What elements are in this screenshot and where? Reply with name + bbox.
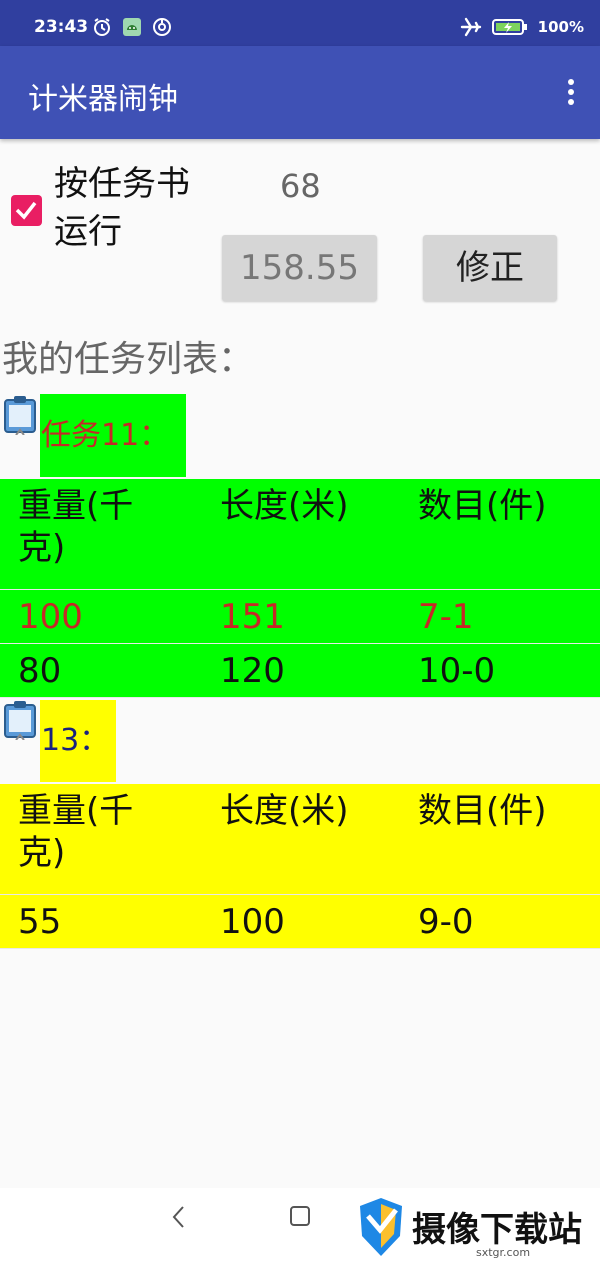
task-table: 重量(千克) 长度(米) 数目(件) 55 100 9-0 bbox=[0, 784, 600, 949]
table-header-row: 重量(千克) 长度(米) 数目(件) bbox=[0, 784, 600, 895]
task-list-heading: 我的任务列表： bbox=[2, 339, 255, 380]
sync-icon bbox=[153, 18, 171, 36]
alarm-clock-icon bbox=[94, 18, 110, 36]
header-length: 长度(米) bbox=[220, 791, 349, 831]
home-icon[interactable] bbox=[288, 1204, 312, 1228]
table-row[interactable]: 80 120 10-0 bbox=[0, 644, 600, 698]
run-by-task-checkbox[interactable] bbox=[11, 195, 42, 226]
cell-count: 9-0 bbox=[418, 902, 474, 942]
watermark-logo: 摄像下载站 sxtgr.com bbox=[356, 1196, 596, 1262]
cell-length: 120 bbox=[220, 651, 285, 691]
task-title[interactable]: 13： bbox=[40, 700, 116, 782]
status-right: 100% bbox=[460, 17, 584, 37]
header-weight: 重量(千克) bbox=[18, 791, 134, 873]
app-title: 计米器闹钟 bbox=[28, 82, 178, 117]
value-button[interactable]: 158.55 bbox=[222, 235, 377, 301]
cell-weight: 80 bbox=[18, 651, 62, 691]
status-bar: 23:43 100% bbox=[0, 0, 600, 46]
cell-weight: 55 bbox=[18, 902, 62, 942]
watermark-sub: sxtgr.com bbox=[476, 1246, 531, 1259]
table-row[interactable]: 100 151 7-1 bbox=[0, 590, 600, 644]
shield-logo-icon bbox=[360, 1198, 402, 1256]
cell-count: 10-0 bbox=[418, 651, 496, 691]
checkmark-icon bbox=[15, 201, 37, 220]
fix-button[interactable]: 修正 bbox=[423, 235, 557, 301]
table-header-row: 重量(千克) 长度(米) 数目(件) bbox=[0, 479, 600, 590]
task-title[interactable]: 任务11： bbox=[40, 394, 186, 477]
table-row[interactable]: 55 100 9-0 bbox=[0, 895, 600, 949]
clipboard-icon bbox=[4, 396, 36, 435]
airplane-mode-icon bbox=[460, 17, 481, 37]
task-table: 重量(千克) 长度(米) 数目(件) 100 151 7-1 80 120 10… bbox=[0, 479, 600, 698]
watermark-text: 摄像下载站 bbox=[412, 1210, 582, 1250]
clipboard-icon bbox=[4, 701, 36, 740]
count-text: 68 bbox=[280, 167, 321, 205]
cell-length: 100 bbox=[220, 902, 285, 942]
battery-percent: 100% bbox=[537, 18, 584, 36]
header-length: 长度(米) bbox=[220, 486, 349, 526]
app-bar: 计米器闹钟 bbox=[0, 46, 600, 139]
header-count: 数目(件) bbox=[418, 486, 547, 526]
status-time: 23:43 bbox=[34, 17, 89, 37]
back-icon[interactable] bbox=[168, 1204, 190, 1230]
android-icon bbox=[123, 18, 141, 36]
overflow-menu-icon[interactable] bbox=[566, 79, 576, 109]
battery-charging-icon bbox=[491, 19, 527, 35]
cell-length: 151 bbox=[220, 597, 285, 637]
header-weight: 重量(千克) bbox=[18, 486, 134, 568]
header-count: 数目(件) bbox=[418, 791, 547, 831]
run-by-task-label: 按任务书运行 bbox=[54, 164, 190, 252]
cell-count: 7-1 bbox=[418, 597, 474, 637]
cell-weight: 100 bbox=[18, 597, 83, 637]
